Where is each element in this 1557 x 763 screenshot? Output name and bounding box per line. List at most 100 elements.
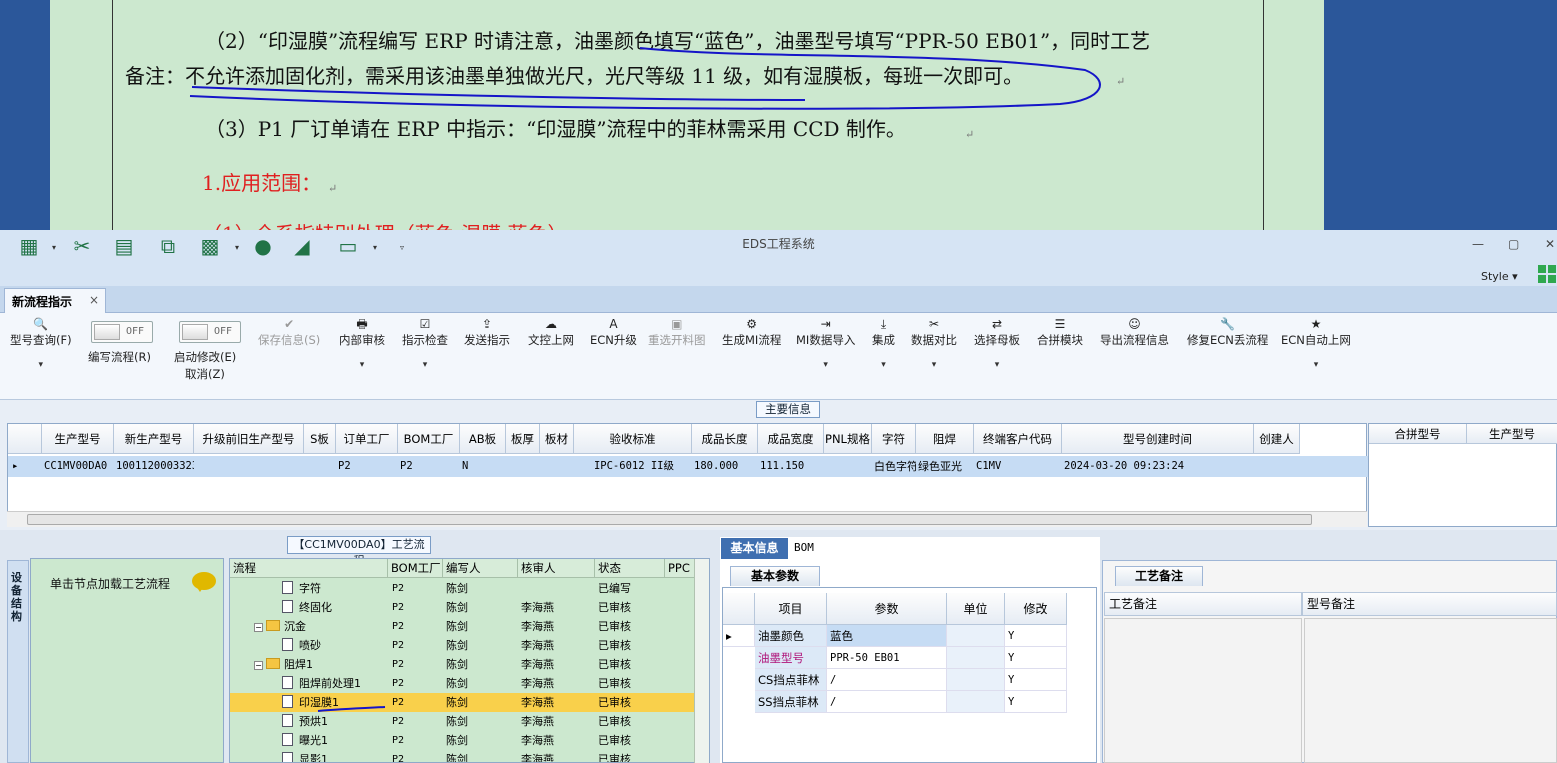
column-header[interactable]: 生产型号 <box>1467 424 1557 444</box>
tree-node[interactable]: 曝光1 P2 陈剑 李海燕 已审核 <box>230 731 695 750</box>
tree-node[interactable]: 喷砂 P2 陈剑 李海燕 已审核 <box>230 636 695 655</box>
ecn-upgrade-button[interactable]: A ECN升级 <box>590 317 637 348</box>
table-cell[interactable]: P2 <box>398 456 460 477</box>
tree-node[interactable]: − 沉金 P2 陈剑 李海燕 已审核 <box>230 617 695 636</box>
table-cell[interactable]: / <box>827 669 947 691</box>
horizontal-scrollbar[interactable] <box>7 511 1367 527</box>
table-cell[interactable] <box>947 691 1005 713</box>
table-cell[interactable]: SS挡点菲林 <box>755 691 827 713</box>
column-header[interactable]: 单位 <box>947 593 1005 625</box>
model-remark-field[interactable] <box>1304 618 1557 763</box>
tab-process-remarks[interactable]: 工艺备注 <box>1115 566 1203 586</box>
chevron-down-icon[interactable]: ▾ <box>796 360 855 370</box>
chat-bubble-icon[interactable] <box>192 572 216 592</box>
collapse-icon[interactable]: − <box>254 661 263 670</box>
table-cell[interactable]: N <box>460 456 506 477</box>
column-header[interactable]: 订单工厂 <box>336 424 398 454</box>
column-header[interactable]: 验收标准 <box>574 424 692 454</box>
send-instruction-button[interactable]: ⇪ 发送指示 <box>464 317 510 348</box>
write-flow-toggle[interactable]: OFF <box>91 321 153 343</box>
collapse-icon[interactable]: − <box>254 623 263 632</box>
tab-basic-params[interactable]: 基本参数 <box>730 566 820 586</box>
column-header[interactable]: PPC <box>665 559 695 578</box>
tab-new-flow[interactable]: 新流程指示 × <box>4 288 106 314</box>
column-header[interactable]: 合拼型号 <box>1369 424 1467 444</box>
table-cell[interactable] <box>1254 456 1300 477</box>
table-cell[interactable]: Y <box>1005 647 1067 669</box>
select-mother-board-button[interactable]: ⇄ 选择母板 ▾ <box>974 317 1020 370</box>
cancel-modify-label[interactable]: 取消(Z) <box>185 366 225 382</box>
table-cell[interactable]: Y <box>1005 625 1067 647</box>
column-header[interactable]: AB板 <box>460 424 506 454</box>
chevron-down-icon[interactable]: ▾ <box>339 360 385 370</box>
table-cell[interactable]: 111.150 <box>758 456 824 477</box>
column-header[interactable]: BOM工厂 <box>388 559 443 578</box>
table-cell[interactable]: IPC-6012 II级 <box>574 456 692 477</box>
start-modify-toggle[interactable]: OFF <box>179 321 241 343</box>
tree-node[interactable]: − 阻焊1 P2 陈剑 李海燕 已审核 <box>230 655 695 674</box>
column-header[interactable]: 状态 <box>595 559 665 578</box>
table-cell[interactable]: 油墨颜色 <box>755 625 827 647</box>
tree-node[interactable]: 预烘1 P2 陈剑 李海燕 已审核 <box>230 712 695 731</box>
style-menu[interactable]: Style ▾ <box>1481 270 1518 283</box>
table-cell[interactable]: 蓝色 <box>827 625 947 647</box>
reselect-cut-image-button[interactable]: ▣ 重选开料图 <box>648 317 706 348</box>
chevron-down-icon[interactable]: ▾ <box>911 360 957 370</box>
table-cell[interactable] <box>947 625 1005 647</box>
column-header[interactable]: BOM工厂 <box>398 424 460 454</box>
tree-node[interactable]: 显影1 P2 陈剑 李海燕 已审核 <box>230 750 695 762</box>
column-header[interactable]: 核审人 <box>518 559 595 578</box>
internal-review-button[interactable]: 🖶 内部审核 ▾ <box>339 317 385 370</box>
restore-button[interactable]: ▢ <box>1508 237 1519 251</box>
chevron-down-icon[interactable]: ▾ <box>974 360 1020 370</box>
column-header[interactable]: 修改 <box>1005 593 1067 625</box>
column-header[interactable]: S板 <box>304 424 336 454</box>
tree-node[interactable]: 阻焊前处理1 P2 陈剑 李海燕 已审核 <box>230 674 695 693</box>
close-button[interactable]: ✕ <box>1545 237 1555 251</box>
save-info-button[interactable]: ✔ 保存信息(S) <box>258 317 320 348</box>
tab-basic-info[interactable]: 基本信息 <box>721 538 788 559</box>
column-header[interactable]: 升级前旧生产型号 <box>194 424 304 454</box>
export-flow-button[interactable]: ☺ 导出流程信息 <box>1100 317 1169 348</box>
chevron-down-icon[interactable]: ▾ <box>402 360 448 370</box>
column-header[interactable]: 流程 <box>230 559 388 578</box>
table-cell[interactable]: 绿色亚光 <box>916 456 974 477</box>
tree-node[interactable]: 印湿膜1 P2 陈剑 李海燕 已审核 <box>230 693 695 712</box>
column-header[interactable]: 新生产型号 <box>114 424 194 454</box>
query-button[interactable]: 🔍 型号查询(F) ▾ <box>10 317 72 370</box>
column-header[interactable]: 型号创建时间 <box>1062 424 1254 454</box>
side-tab-structure[interactable]: 设备结构 <box>7 560 29 763</box>
table-cell[interactable]: 白色字符 <box>872 456 916 477</box>
table-cell[interactable]: CC1MV00DA0 <box>42 456 114 477</box>
column-header[interactable]: 项目 <box>755 593 827 625</box>
table-cell[interactable]: C1MV <box>974 456 1062 477</box>
column-header[interactable]: 阻焊 <box>916 424 974 454</box>
chevron-down-icon[interactable]: ▾ <box>10 360 72 370</box>
table-cell[interactable] <box>540 456 574 477</box>
upload-online-button[interactable]: ☁ 文控上网 <box>528 317 574 348</box>
table-cell[interactable] <box>947 647 1005 669</box>
column-header[interactable]: 字符 <box>872 424 916 454</box>
table-cell[interactable]: 10011200033230 <box>114 456 194 477</box>
column-header[interactable]: 创建人 <box>1254 424 1300 454</box>
table-cell[interactable]: CS挡点菲林 <box>755 669 827 691</box>
chevron-down-icon[interactable]: ▾ <box>872 360 895 370</box>
data-compare-button[interactable]: ✂ 数据对比 ▾ <box>911 317 957 370</box>
table-cell[interactable] <box>506 456 540 477</box>
table-cell[interactable]: Y <box>1005 669 1067 691</box>
table-cell[interactable]: 180.000 <box>692 456 758 477</box>
table-cell[interactable]: P2 <box>336 456 398 477</box>
tree-node[interactable]: 字符 P2 陈剑 已编写 <box>230 579 695 598</box>
table-cell[interactable] <box>824 456 872 477</box>
table-cell[interactable]: / <box>827 691 947 713</box>
column-header[interactable]: PNL规格 <box>824 424 872 454</box>
ecn-auto-upload-button[interactable]: ★ ECN自动上网 ▾ <box>1281 317 1351 370</box>
column-header[interactable]: 成品长度 <box>692 424 758 454</box>
table-cell[interactable] <box>304 456 336 477</box>
column-header[interactable]: 终端客户代码 <box>974 424 1062 454</box>
column-header[interactable]: 生产型号 <box>42 424 114 454</box>
mi-import-button[interactable]: ⇥ MI数据导入 ▾ <box>796 317 855 370</box>
tree-node[interactable]: 终固化 P2 陈剑 李海燕 已审核 <box>230 598 695 617</box>
fix-ecn-button[interactable]: 🔧 修复ECN丢流程 <box>1187 317 1268 348</box>
merge-module-button[interactable]: ☰ 合拼模块 <box>1037 317 1083 348</box>
